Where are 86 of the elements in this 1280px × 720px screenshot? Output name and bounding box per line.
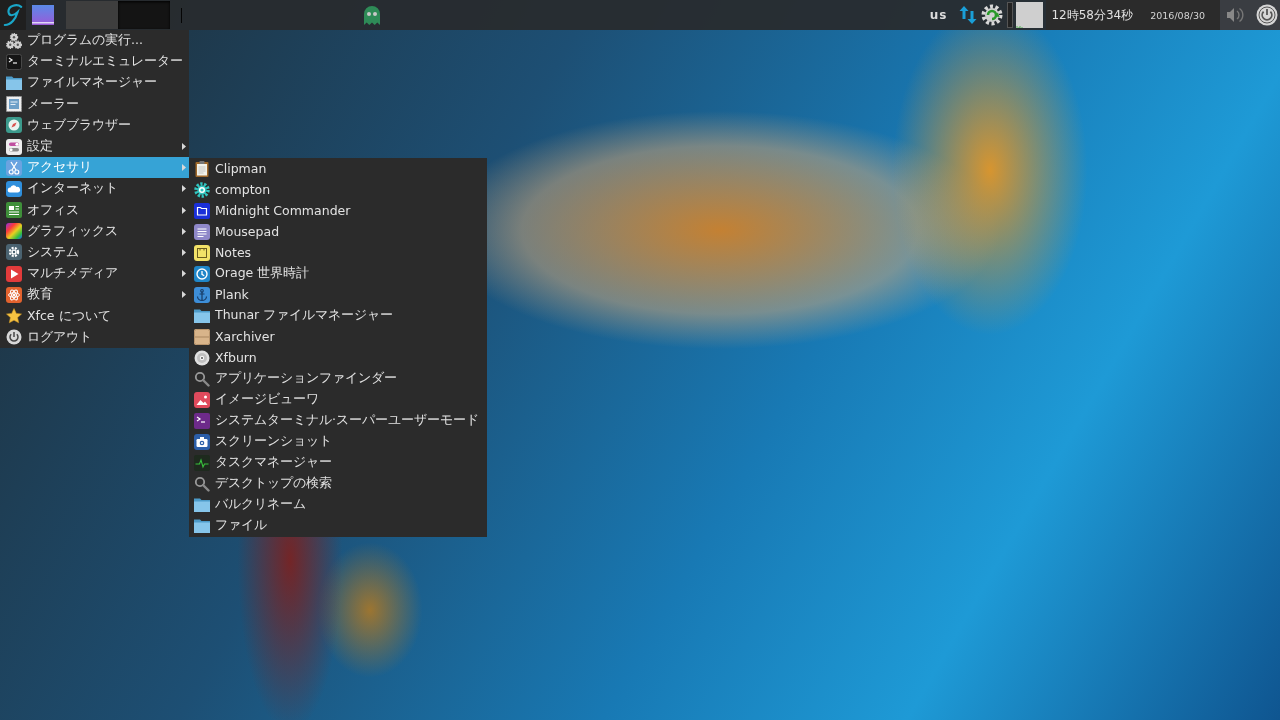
volume-icon[interactable] (1226, 7, 1246, 23)
refresh-gear-icon[interactable] (981, 4, 1004, 26)
transfer-arrows-icon[interactable] (959, 5, 978, 25)
anchor-icon (194, 286, 210, 303)
menu-item[interactable]: Xfce について (0, 305, 189, 327)
clock-icon (194, 265, 210, 282)
applications-menu-button[interactable] (0, 0, 26, 30)
power-icon (6, 329, 22, 346)
search-icon (194, 475, 210, 492)
menu-item[interactable]: Xarchiver (189, 326, 487, 347)
toggle-switch-icon (6, 138, 22, 155)
menu-item[interactable]: Mousepad (189, 221, 487, 242)
stamp-icon (6, 96, 22, 113)
document-icon (6, 202, 22, 219)
folder-icon (194, 202, 210, 219)
submenu-arrow-icon (182, 227, 186, 235)
gears-icon (6, 32, 22, 49)
menu-item[interactable]: マルチメディア (0, 263, 189, 285)
power-button[interactable] (1256, 4, 1278, 26)
menu-item[interactable]: ファイルマネージャー (0, 72, 189, 94)
menu-item[interactable]: オフィス (0, 199, 189, 221)
menu-item[interactable]: グラフィックス (0, 220, 189, 242)
menu-item[interactable]: 設定 (0, 135, 189, 158)
menu-item[interactable]: アプリケーションファインダー (189, 368, 487, 389)
menu-item[interactable]: ウェブブラウザー (0, 114, 189, 136)
menu-item[interactable]: バルクリネーム (189, 494, 487, 515)
submenu-arrow-icon (182, 185, 186, 193)
cloud-icon (6, 180, 22, 197)
menu-item[interactable]: compton (189, 179, 487, 200)
menu-item[interactable]: システムターミナル·スーパーユーザーモード (189, 410, 487, 431)
gear-icon (6, 244, 22, 261)
clipboard-icon (194, 160, 210, 177)
folder-icon (194, 307, 210, 324)
menu-item[interactable]: Notes (189, 242, 487, 263)
menu-item[interactable]: ログアウト (0, 326, 189, 348)
menu-item[interactable]: Midnight Commander (189, 200, 487, 221)
menu-item[interactable]: スクリーンショット (189, 431, 487, 452)
menu-item[interactable]: プログラムの実行... (0, 30, 189, 52)
terminal-icon (194, 412, 210, 429)
menu-item[interactable]: Thunar ファイルマネージャー (189, 305, 487, 326)
box-icon (194, 328, 210, 345)
menu-item[interactable]: ターミナルエミュレーター (0, 51, 189, 73)
menu-item[interactable]: ファイル (189, 515, 487, 536)
text-document-icon (194, 223, 210, 240)
ghost-icon[interactable] (363, 5, 381, 25)
cpu-graph-icon[interactable] (1007, 2, 1044, 28)
menu-item[interactable]: タスクマネージャー (189, 452, 487, 473)
menu-item[interactable]: Clipman (189, 158, 487, 179)
submenu-arrow-icon (182, 248, 186, 256)
star-icon (6, 308, 22, 325)
pulse-graph-icon (194, 454, 210, 471)
search-icon (194, 370, 210, 387)
menu-item[interactable]: 教育 (0, 284, 189, 306)
folder-icon (194, 496, 210, 513)
menu-item[interactable]: システム (0, 241, 189, 264)
clock[interactable]: 12時58分34秒 2016/08/30 (1046, 0, 1220, 30)
disc-icon (194, 349, 210, 366)
note-icon (194, 244, 210, 261)
image-icon (194, 391, 210, 408)
submenu-arrow-icon (182, 164, 186, 172)
play-icon (6, 265, 22, 282)
gear-icon (194, 181, 210, 198)
keyboard-layout[interactable]: us (929, 8, 948, 22)
desktop-preview-icon[interactable] (32, 5, 54, 25)
menu-item[interactable]: デスクトップの検索 (189, 473, 487, 494)
menu-item[interactable]: メーラー (0, 93, 189, 115)
folder-icon (194, 517, 210, 534)
camera-icon (194, 433, 210, 450)
menu-item[interactable]: インターネット (0, 178, 189, 200)
clock-time: 12時58分34秒 (1051, 6, 1134, 24)
menu-item[interactable]: Orage 世界時計 (189, 263, 487, 284)
submenu-arrow-icon (182, 270, 186, 278)
compass-icon (6, 117, 22, 134)
clock-date: 2016/08/30 (1150, 9, 1205, 21)
swirl-logo-icon (3, 3, 23, 27)
menu-item[interactable]: Plank (189, 284, 487, 305)
color-gradient-icon (6, 223, 22, 240)
menu-item[interactable]: イメージビューワ (189, 389, 487, 410)
atom-icon (6, 286, 22, 303)
terminal-icon (6, 53, 22, 70)
menu-item[interactable]: Xfburn (189, 347, 487, 368)
folder-icon (6, 74, 22, 91)
submenu-arrow-icon (182, 143, 186, 151)
submenu-arrow-icon (182, 291, 186, 299)
submenu-arrow-icon (182, 206, 186, 214)
scissors-icon (6, 159, 22, 176)
